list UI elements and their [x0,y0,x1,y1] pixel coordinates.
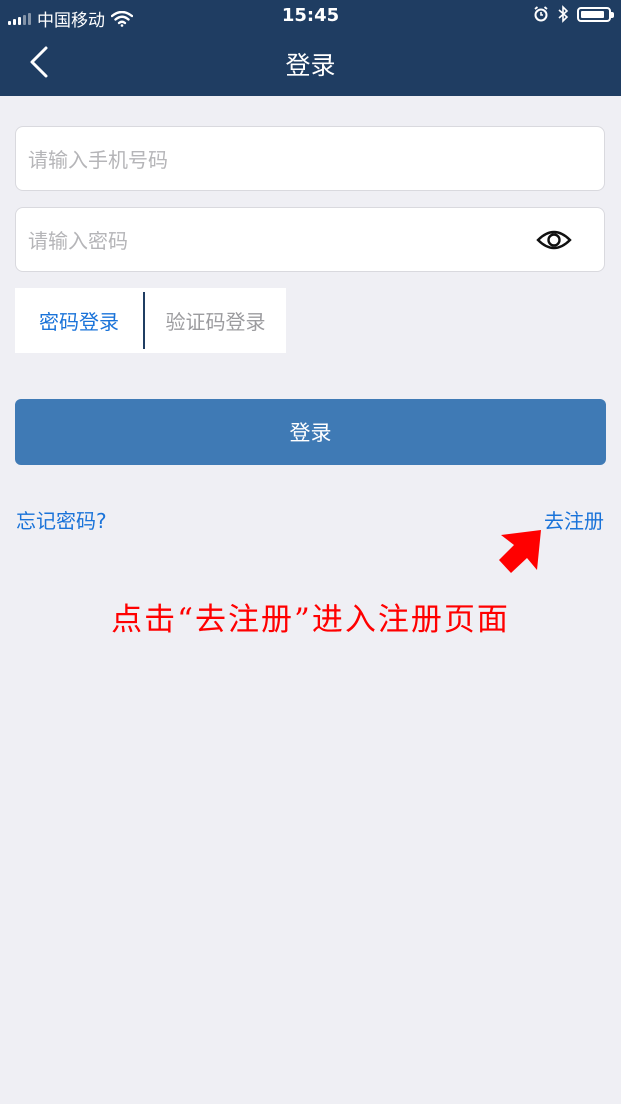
phone-input[interactable] [26,127,510,192]
arrow-icon [499,530,541,573]
app-header: 中国移动 15:45 登录 [0,0,621,96]
status-time: 15:45 [281,5,340,26]
bluetooth-icon [558,5,569,23]
tab-password-login[interactable]: 密码登录 [15,288,143,353]
phone-field[interactable] [15,126,605,192]
annotation-text: 点击“去注册”进入注册页面 [111,602,510,638]
eye-icon[interactable] [536,226,572,254]
battery-icon [577,6,614,22]
status-right [533,5,614,23]
login-mode-tabs: 密码登录 验证码登录 [15,288,286,353]
status-bar: 中国移动 15:45 [0,0,621,32]
register-link[interactable]: 去注册 [544,505,604,534]
battery-level [581,10,604,18]
page-title: 登录 [285,51,336,80]
login-button[interactable]: 登录 [15,399,606,465]
password-field[interactable] [15,207,605,273]
forgot-password-link[interactable]: 忘记密码? [16,505,107,534]
password-input[interactable] [26,208,510,273]
tab-code-login[interactable]: 验证码登录 [145,288,286,353]
alarm-icon [534,6,548,22]
